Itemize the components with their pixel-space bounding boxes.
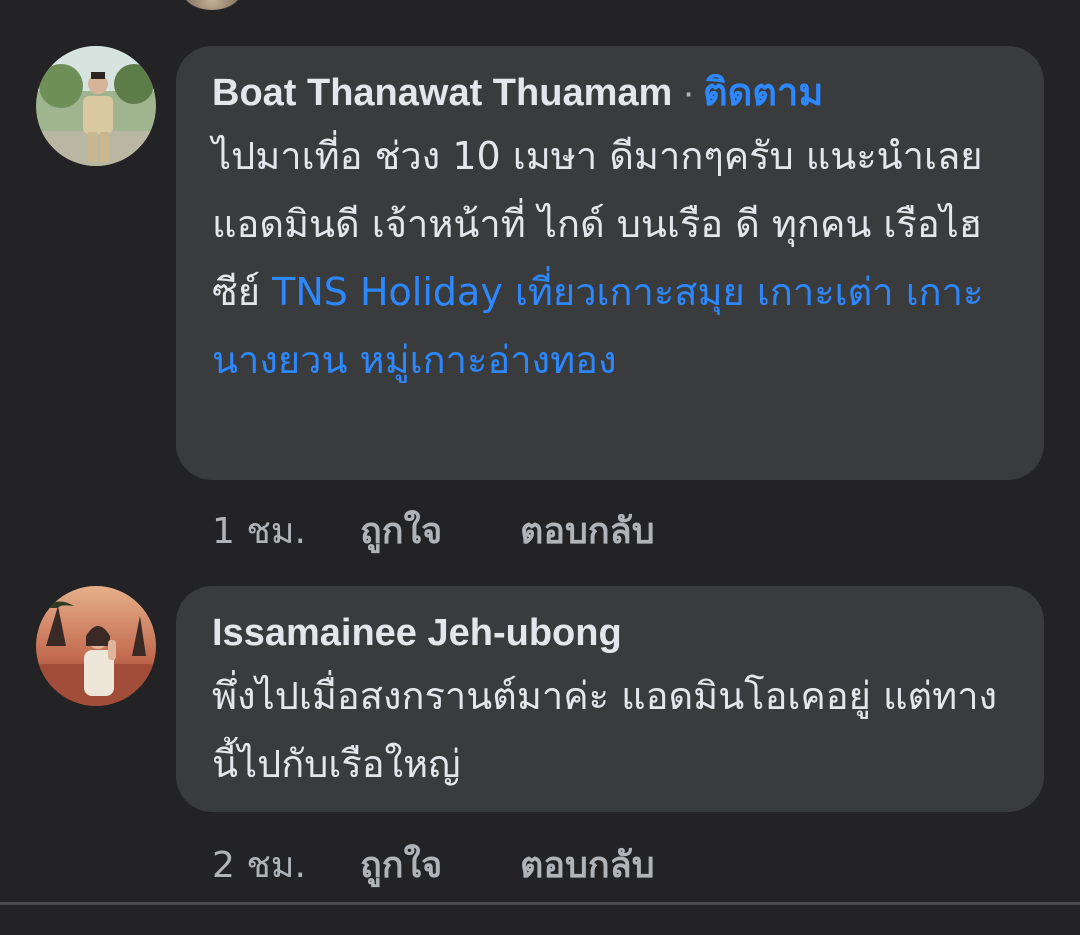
comment-text: พึ่งไปเมื่อสงกรานต์มาค่ะ แอดมินโอเคอยู่ … [212,662,1008,798]
author-name[interactable]: Boat Thanawat Thuamam [212,72,672,114]
profile-photo-woman-sunset-icon [36,586,156,706]
comment-bubble: Boat Thanawat Thuamam · ติดตาม ไปมาเที่อ ช… [176,46,1044,480]
comment-header: Boat Thanawat Thuamam · ติดตาม [212,70,1008,116]
comment-timestamp[interactable]: 1 ชม. [212,502,360,559]
reply-button[interactable]: ตอบกลับ [520,502,655,559]
reply-button[interactable]: ตอบกลับ [520,836,655,893]
like-button[interactable]: ถูกใจ [360,836,520,893]
avatar[interactable] [36,46,156,166]
comment-timestamp[interactable]: 2 ชม. [212,836,360,893]
avatar[interactable] [36,586,156,706]
like-button[interactable]: ถูกใจ [360,502,520,559]
profile-photo-man-uniform-icon [36,46,156,166]
comments-thread: Boat Thanawat Thuamam · ติดตาม ไปมาเที่อ ช… [0,0,1080,935]
divider [0,902,1080,905]
comment-link[interactable]: TNS Holiday เที่ยวเกาะสมุย เกาะเต่า เกาะ… [212,270,983,382]
previous-avatar[interactable] [182,0,242,10]
comment-header: Issamainee Jeh-ubong [212,610,1008,656]
comment-actions: 1 ชม. ถูกใจ ตอบกลับ [212,502,655,559]
comment-actions: 2 ชม. ถูกใจ ตอบกลับ [212,836,655,893]
comment-bubble: Issamainee Jeh-ubong พึ่งไปเมื่อสงกรานต์… [176,586,1044,812]
comment-text: ไปมาเที่อ ช่วง 10 เมษา ดีมากๆครับ แนะนำเ… [212,122,1008,394]
separator-dot: · [682,72,695,114]
author-name[interactable]: Issamainee Jeh-ubong [212,612,622,654]
follow-link[interactable]: ติดตาม [703,72,823,114]
comment-text-plain: พึ่งไปเมื่อสงกรานต์มาค่ะ แอดมินโอเคอยู่ … [212,674,998,786]
